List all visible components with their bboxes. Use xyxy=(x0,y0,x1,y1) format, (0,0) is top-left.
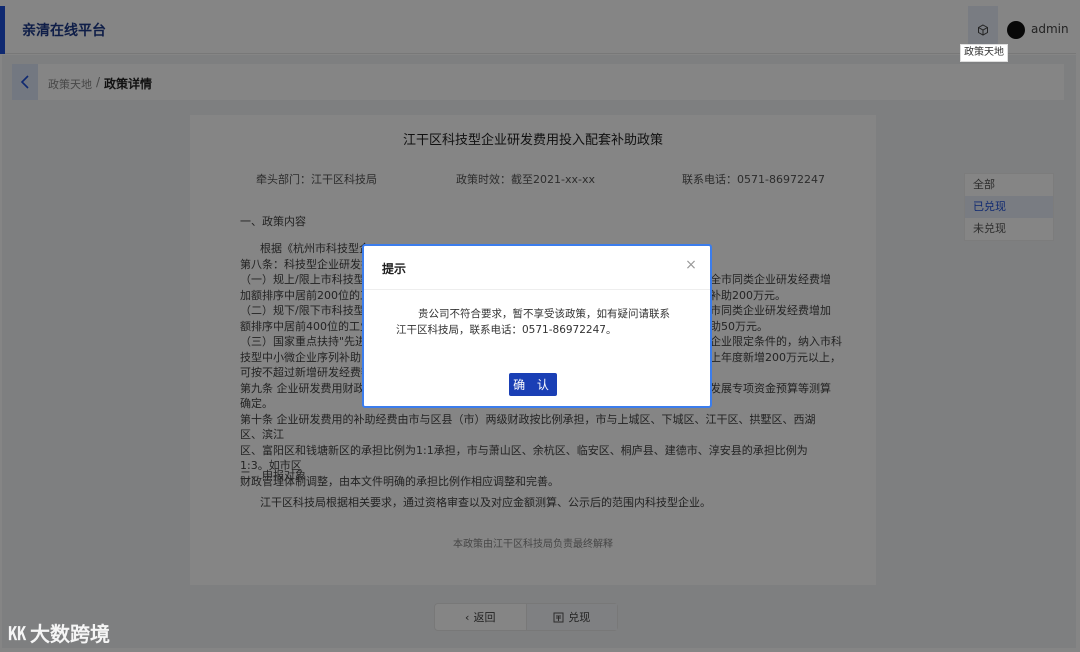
watermark-logo: ㏍ xyxy=(8,623,26,645)
dialog-header: 提示 × xyxy=(364,246,710,290)
watermark-text: 大数跨境 xyxy=(30,622,110,646)
dialog-title: 提示 xyxy=(382,262,407,276)
nav-tooltip: 政策天地 xyxy=(960,44,1008,62)
dialog-message-line: 贵公司不符合要求，暂不享受该政策，如有疑问请联系 xyxy=(418,308,670,320)
confirm-button[interactable]: 确 认 xyxy=(509,373,557,396)
dialog-message-line: 江干区科技局，联系电话：0571-86972247。 xyxy=(396,324,617,336)
dialog-message: 贵公司不符合要求，暂不享受该政策，如有疑问请联系 江干区科技局，联系电话：057… xyxy=(396,306,686,338)
notice-dialog: 提示 × 贵公司不符合要求，暂不享受该政策，如有疑问请联系 江干区科技局，联系电… xyxy=(362,244,712,408)
app-window: 亲清在线平台 政策天地 admin 政策天地 / 政策详情 江干区科技型企业研发… xyxy=(0,0,1080,652)
close-icon[interactable]: × xyxy=(684,258,698,272)
watermark: ㏍ 大数跨境 xyxy=(8,618,110,647)
